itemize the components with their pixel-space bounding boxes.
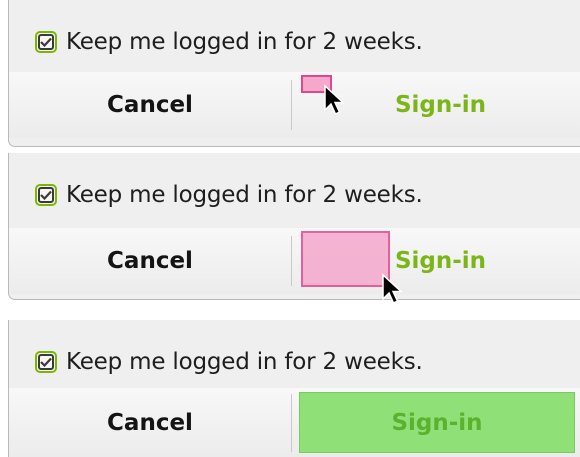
cancel-button[interactable]: Cancel (9, 228, 291, 294)
button-divider (291, 236, 292, 286)
keep-logged-in-row[interactable]: Keep me logged in for 2 weeks. (35, 26, 423, 58)
checkbox-checked-icon[interactable] (35, 184, 57, 206)
cancel-button[interactable]: Cancel (9, 72, 291, 138)
keep-logged-in-label: Keep me logged in for 2 weeks. (66, 349, 423, 375)
button-bar: Cancel Sign-in (9, 228, 580, 305)
keep-logged-in-label: Keep me logged in for 2 weeks. (66, 182, 423, 208)
keep-logged-in-row[interactable]: Keep me logged in for 2 weeks. (35, 346, 423, 378)
checkbox-checked-icon[interactable] (35, 351, 57, 373)
selection-rectangle (301, 231, 390, 287)
button-divider (291, 394, 292, 452)
login-options-panel-3: Keep me logged in for 2 weeks. Cancel Si… (8, 320, 580, 457)
keep-logged-in-label: Keep me logged in for 2 weeks. (66, 29, 423, 55)
keep-logged-in-row[interactable]: Keep me logged in for 2 weeks. (35, 179, 423, 211)
login-options-panel-2: Keep me logged in for 2 weeks. Cancel Si… (8, 153, 580, 305)
checkbox-checked-icon[interactable] (35, 31, 57, 53)
sign-in-button[interactable]: Sign-in (299, 392, 575, 453)
button-bar: Cancel Sign-in (9, 388, 580, 457)
arrow-cursor-icon (324, 84, 345, 116)
button-divider (291, 80, 292, 130)
cancel-button[interactable]: Cancel (9, 388, 291, 457)
button-bar: Cancel Sign-in (9, 72, 580, 138)
arrow-cursor-icon (382, 273, 403, 305)
login-options-panel-1: Keep me logged in for 2 weeks. Cancel Si… (8, 0, 580, 147)
